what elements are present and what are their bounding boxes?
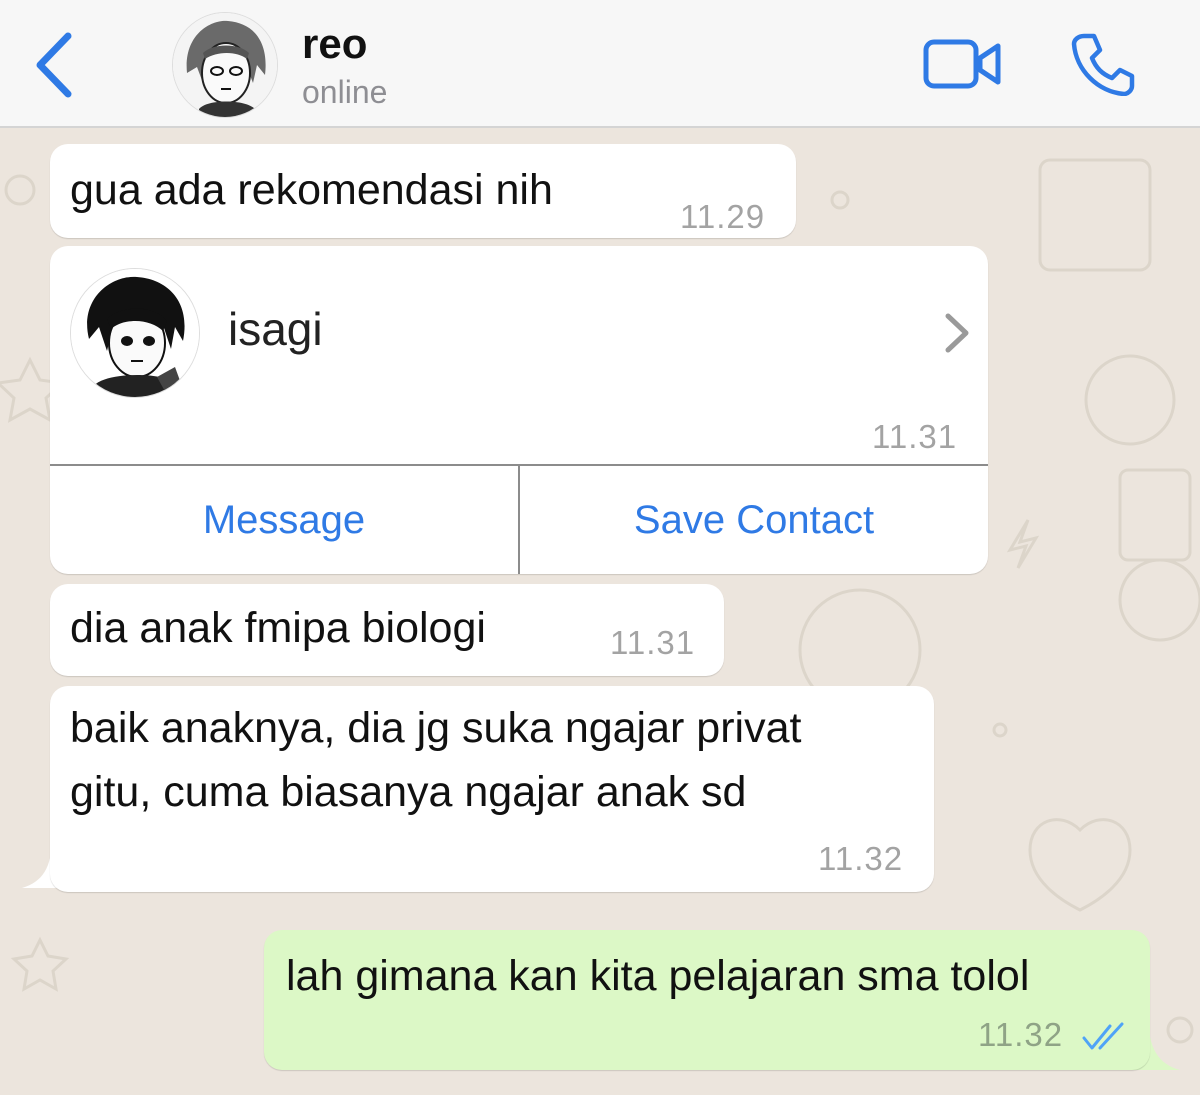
message-text: baik anaknya, dia jg suka ngajar privat …	[70, 696, 801, 824]
video-call-button[interactable]	[922, 36, 1002, 92]
chat-area[interactable]: gua ada rekomendasi nih 11.29 isagi 11.3	[0, 130, 1200, 1095]
read-receipt-icon	[1082, 1022, 1124, 1050]
message-time: 11.31	[872, 418, 958, 455]
message-time: 11.29	[680, 198, 766, 235]
contact-name[interactable]: reo	[302, 20, 367, 68]
chat-header: reo online	[0, 0, 1200, 128]
message-time: 11.32	[818, 840, 904, 877]
contact-card-actions: Message Save Contact	[50, 464, 988, 574]
video-camera-icon	[923, 39, 1001, 89]
chevron-right-icon	[945, 313, 969, 353]
message-bubble-incoming[interactable]: baik anaknya, dia jg suka ngajar privat …	[50, 686, 934, 892]
avatar-illustration	[71, 269, 199, 397]
chevron-left-icon	[36, 32, 72, 98]
message-text: gua ada rekomendasi nih	[70, 166, 553, 214]
message-bubble-incoming[interactable]: gua ada rekomendasi nih 11.29	[50, 144, 796, 238]
avatar-illustration	[173, 13, 277, 117]
message-text: lah gimana kan kita pelajaran sma tolol	[286, 952, 1030, 1000]
shared-contact-name: isagi	[228, 303, 323, 355]
save-contact-button[interactable]: Save Contact	[520, 466, 988, 574]
message-time: 11.32	[978, 1016, 1064, 1053]
message-bubble-incoming[interactable]: dia anak fmipa biologi 11.31	[50, 584, 724, 676]
back-button[interactable]	[30, 30, 82, 100]
message-text: dia anak fmipa biologi	[70, 604, 486, 652]
message-time: 11.31	[610, 624, 696, 661]
contact-status: online	[302, 74, 388, 110]
phone-icon	[1071, 33, 1135, 97]
contact-avatar[interactable]	[172, 12, 278, 118]
message-contact-button[interactable]: Message	[50, 466, 520, 574]
voice-call-button[interactable]	[1070, 32, 1136, 97]
shared-contact-avatar[interactable]	[70, 268, 200, 398]
message-text-line: gitu, cuma biasanya ngajar anak sd	[70, 768, 747, 816]
contact-details-button[interactable]	[942, 312, 972, 354]
message-text-line: baik anaknya, dia jg suka ngajar privat	[70, 704, 802, 752]
contact-card-message[interactable]: isagi 11.31 Message Save Contact	[50, 246, 988, 574]
message-bubble-outgoing[interactable]: lah gimana kan kita pelajaran sma tolol …	[264, 930, 1150, 1070]
